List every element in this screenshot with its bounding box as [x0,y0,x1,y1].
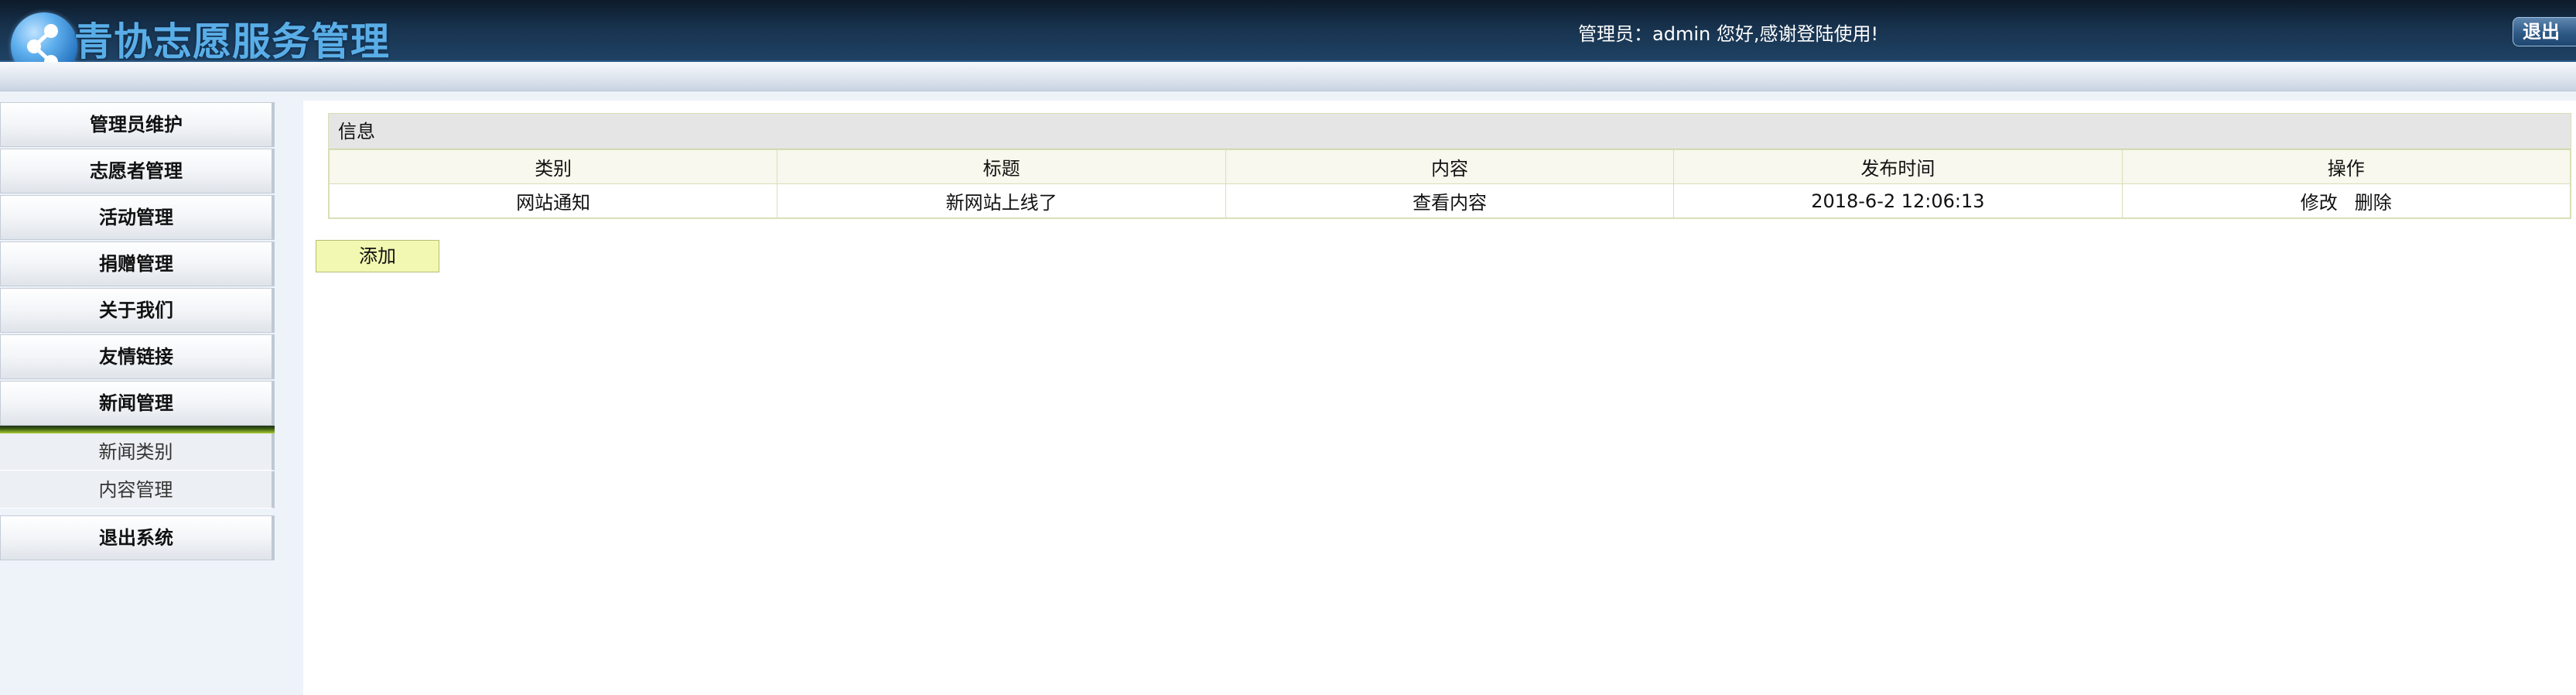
cell-actions: 修改 删除 [2121,183,2571,218]
sidebar-item-admin-maintenance[interactable]: 管理员维护 [0,102,275,147]
sidebar-item-friend-links[interactable]: 友情链接 [0,334,275,379]
top-header: 青协志愿服务管理 管理员：admin 您好,感谢登陆使用! 退出 [0,0,2576,79]
panel-title: 信息 [329,114,2571,149]
sidebar-item-news-management[interactable]: 新闻管理 [0,381,275,426]
column-header-content: 内容 [1225,149,1675,184]
main-content: 信息 类别 标题 内容 发布时间 操作 网站通知 新网站上线了 查看内容 201… [303,101,2576,695]
cell-category: 网站通知 [328,183,778,218]
info-panel: 信息 类别 标题 内容 发布时间 操作 网站通知 新网站上线了 查看内容 201… [328,113,2571,219]
sidebar-subitem-content-management[interactable]: 内容管理 [0,471,275,508]
welcome-message: 管理员：admin 您好,感谢登陆使用! [1578,23,1879,45]
sidebar-menu: 管理员维护 志愿者管理 活动管理 捐赠管理 关于我们 友情链接 新闻管理 新闻类… [0,101,275,695]
delete-link[interactable]: 删除 [2355,192,2392,214]
cell-content: 查看内容 [1225,183,1675,218]
edit-link[interactable]: 修改 [2301,192,2338,214]
column-header-category: 类别 [328,149,778,184]
cell-title: 新网站上线了 [777,183,1226,218]
sidebar-item-exit-system[interactable]: 退出系统 [0,515,275,560]
column-header-publish-time: 发布时间 [1673,149,2123,184]
header-sub-band [0,62,2576,91]
sidebar-subitem-news-category[interactable]: 新闻类别 [0,433,275,471]
column-header-actions: 操作 [2121,149,2571,184]
sidebar-item-activity-management[interactable]: 活动管理 [0,195,275,240]
table-header-row: 类别 标题 内容 发布时间 操作 [328,149,2571,184]
news-table: 类别 标题 内容 发布时间 操作 网站通知 新网站上线了 查看内容 2018-6… [328,149,2571,218]
sidebar-item-about-us[interactable]: 关于我们 [0,288,275,333]
table-row: 网站通知 新网站上线了 查看内容 2018-6-2 12:06:13 修改 删除 [328,183,2571,218]
add-button[interactable]: 添加 [316,240,439,272]
cell-publish-time: 2018-6-2 12:06:13 [1673,183,2123,218]
column-header-title: 标题 [777,149,1226,184]
sidebar-item-volunteer-management[interactable]: 志愿者管理 [0,149,275,193]
view-content-link[interactable]: 查看内容 [1413,192,1487,214]
logout-button[interactable]: 退出 [2513,17,2576,46]
app-title: 青协志愿服务管理 [74,19,390,64]
sidebar-item-donation-management[interactable]: 捐赠管理 [0,241,275,286]
submenu-divider [0,426,275,433]
